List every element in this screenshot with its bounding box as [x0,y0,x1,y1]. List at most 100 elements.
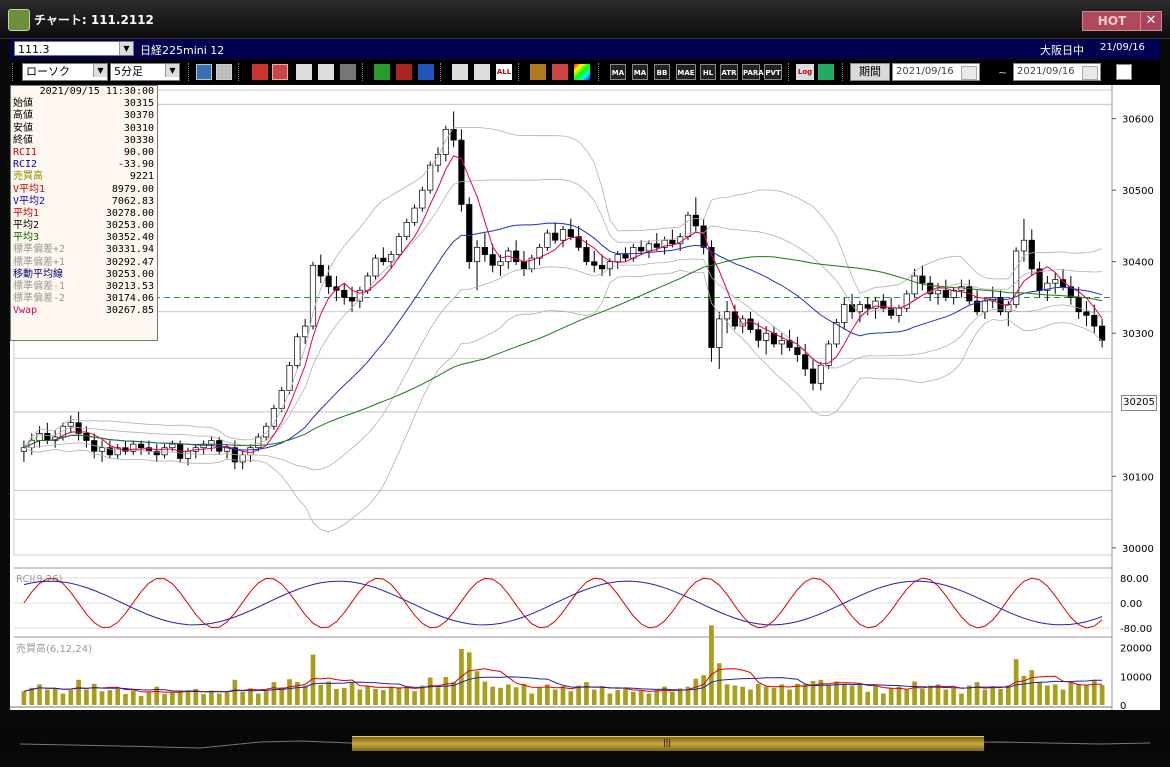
info-value: 30278.00 [105,207,154,219]
candle-body [567,229,574,238]
candle-body [419,189,426,209]
candle-body [1020,239,1028,252]
hl-icon[interactable]: HL [700,64,716,80]
atr-icon[interactable]: ATR [720,64,738,80]
period-checkbox[interactable] [1116,64,1132,80]
timeline-scrollbar[interactable]: ||| [0,728,1170,758]
crosshair-icon[interactable] [216,64,232,80]
candle-body [942,289,949,298]
info-row: 標準偏差+1 30292.47 [11,257,157,269]
title-bar[interactable]: チャート: 111.2112 HOT ✕ [0,0,1170,39]
bar-chart-icon[interactable] [296,64,312,80]
hot-button[interactable]: HOT [1082,11,1142,31]
export-icon[interactable] [818,64,834,80]
chevron-down-icon[interactable]: ▼ [119,42,133,55]
pvt-icon[interactable]: PVT [764,64,782,80]
volume-bar [482,681,488,705]
settings-icon[interactable] [552,64,568,80]
bb-icon[interactable]: BB [654,64,670,80]
calendar-icon[interactable] [961,66,977,80]
log-icon[interactable]: Log [796,64,814,80]
date-to-value: 2021/09/16 [1017,66,1075,77]
toolbar-grip[interactable] [12,63,15,81]
arrow-tool-icon[interactable] [396,64,412,80]
volume-bar [857,684,863,705]
candle-body [489,254,496,266]
scroll-grip-icon[interactable]: ||| [662,738,672,747]
period-button[interactable]: 期間 [850,63,890,81]
volume-bar [326,681,331,705]
info-label: 安値 [13,122,33,134]
main-panel-frame [13,89,1113,556]
info-value: 30174.06 [105,293,154,305]
volume-bar [982,689,988,705]
volume-bar [185,690,191,705]
volume-bar [21,691,27,705]
volume-bar [873,686,878,705]
calendar-icon[interactable] [1082,66,1098,80]
chevron-down-icon[interactable]: ▼ [93,64,107,77]
zoom-icon[interactable] [196,64,212,80]
toolbar-grip[interactable] [842,63,845,81]
info-label: 平均1 [13,207,40,219]
close-button[interactable]: ✕ [1140,11,1162,31]
pencil-icon[interactable] [374,64,390,80]
mae-icon[interactable]: MAE [676,64,696,80]
gear-icon[interactable] [530,64,546,80]
ma-toggle-icon[interactable]: MA [632,64,648,80]
ma-icon[interactable]: MA [610,64,626,80]
price-label: 30400 [1122,258,1154,269]
volume-axis-label: 10000 [1120,672,1152,683]
info-row: RCI2 -33.90 [11,159,157,171]
volume-bar [271,682,277,705]
para-icon[interactable]: PARA [742,64,764,80]
candle-body [1091,314,1098,327]
toolbar-grip[interactable] [788,63,791,81]
volume-bar [76,679,81,705]
info-row: 安値 30310 [11,123,157,135]
candle-body [138,443,145,449]
date-from-input[interactable]: 2021/09/16 [892,63,980,81]
info-value: 30331.94 [105,244,154,256]
info-label: 売買高 [13,171,43,183]
toolbar-grip[interactable] [440,63,443,81]
toolbar-grip[interactable] [362,63,365,81]
candle-body [770,332,778,345]
info-row: 標準偏差+2 30331.94 [11,244,157,256]
date-to-input[interactable]: 2021/09/16 [1013,63,1101,81]
toolbar-grip[interactable] [598,63,601,81]
price-chart[interactable]: 30600 30500 30400 30300 30100 30000 80.00 0.00 -… [10,85,1160,722]
candle-icon[interactable] [452,64,468,80]
magnify-icon[interactable] [272,64,288,80]
volume-bar [568,691,574,705]
color-icon[interactable] [574,64,590,80]
volume-bar [591,689,597,705]
chart-type-select[interactable]: ローソク ▼ [22,63,108,81]
volume-bar [966,685,972,705]
toolbar-grip[interactable] [518,63,521,81]
volume-bar [771,687,777,705]
ma-long-line [23,256,1103,449]
blue-arrow-icon[interactable] [418,64,434,80]
line-chart-icon[interactable] [318,64,334,80]
info-value: 30213.53 [105,281,154,292]
rci-axis-label: -80.00 [1120,624,1152,635]
toolbar-grip[interactable] [238,63,241,81]
symbol-select[interactable]: 111.3 ▼ [14,41,134,56]
toolbar-grip[interactable] [188,63,191,81]
volume-bar [701,675,706,705]
volume-bar [732,685,738,705]
chart-area[interactable]: 30600 30500 30400 30300 30100 30000 80.00 0.00 -… [10,85,1160,722]
candle-down-icon[interactable] [252,64,268,80]
info-timestamp: 2021/09/15 11:30:00 [39,86,154,97]
info-label: 始値 [13,98,33,110]
candle-body [302,325,309,338]
chevron-down-icon[interactable]: ▼ [165,64,179,77]
candle-alt-icon[interactable] [474,64,490,80]
candle-body [348,297,356,302]
volume-bar [474,671,480,705]
all-icon[interactable]: ALL [496,64,512,80]
info-value: 30310 [123,122,154,134]
interval-select[interactable]: 5分足 ▼ [110,63,180,81]
info-value: 30292.47 [105,256,154,268]
